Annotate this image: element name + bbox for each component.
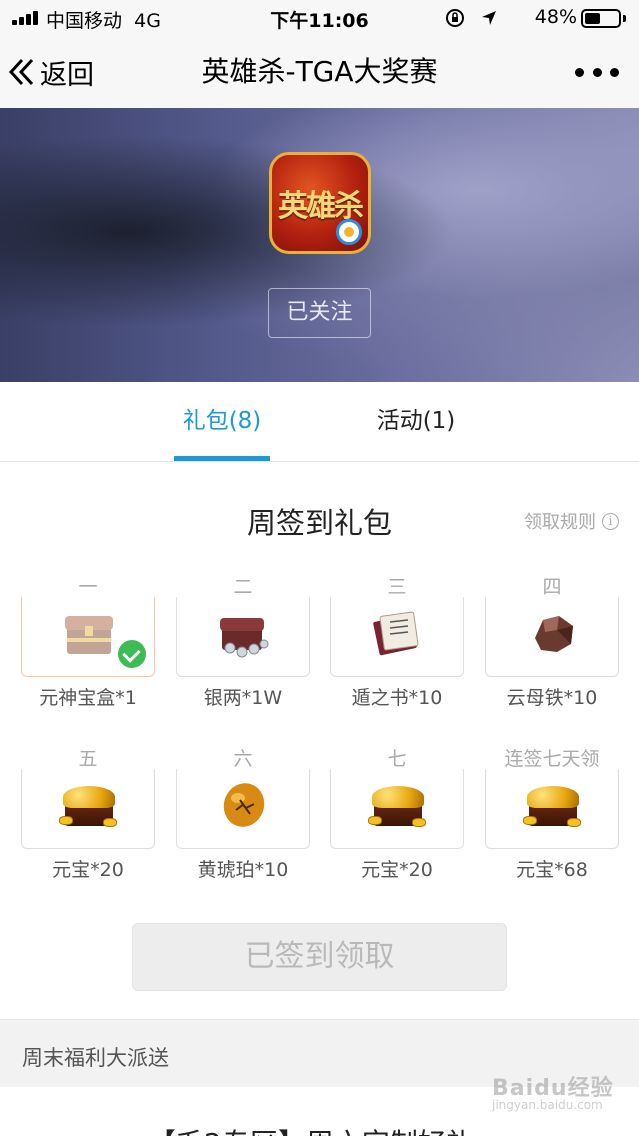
claim-button[interactable]: 已签到领取 [132,923,507,991]
gift-day-label: 六 [176,749,310,769]
rules-label: 领取规则 [524,512,596,533]
treasure-box-icon [65,616,113,654]
scroll-book-icon [373,611,419,656]
gift-day-label: 七 [330,749,464,769]
gift-item-box [330,587,464,677]
tab-gifts[interactable]: 礼包(8) [174,382,270,462]
gift-item-box [21,587,155,677]
gift-day-label: 一 [21,577,155,597]
gift-name: 云母铁*10 [506,687,598,709]
gift-item-box [176,759,310,849]
gift-item-box [176,587,310,677]
back-button[interactable]: 返回 [8,50,94,94]
gold-chest-icon [523,780,583,830]
gift-day-label: 五 [21,749,155,769]
status-icons [445,8,499,33]
qq-game-badge-icon [336,219,362,245]
back-label: 返回 [40,59,94,91]
weekend-title: 周末福利大派送 [22,1046,169,1070]
more-menu-button[interactable] [575,58,619,86]
tab-events[interactable]: 活动(1) [368,382,464,462]
navigation-bar: 返回 英雄杀-TGA大奖赛 [0,36,639,108]
rotation-lock-icon [446,9,465,27]
gift-item-box [485,587,619,677]
game-logo: 英雄杀 [269,152,371,254]
silver-chest-icon [220,618,269,658]
gift-name: 元宝*20 [361,859,433,881]
next-section-title: 【毛2专区】周六定制好礼 [148,1122,474,1136]
baidu-watermark: Baidu经验 jingyan.baidu.com [478,1064,618,1120]
follow-button[interactable]: 已关注 [268,288,371,338]
more-dots-icon [575,67,584,77]
gift-day-label: 四 [485,577,619,597]
gift-item-box [21,759,155,849]
watermark-sub: jingyan.baidu.com [492,1098,603,1112]
page-title: 英雄杀-TGA大奖赛 [201,55,438,88]
battery-icon [581,9,621,28]
logo-text: 英雄杀 [278,189,364,224]
status-bar: 中国移动 4G 下午11:06 48% [0,0,639,36]
gold-chest-icon [59,780,119,830]
gift-day-label: 连签七天领 [475,749,629,769]
rules-link[interactable]: 领取规则 i [524,508,619,534]
gift-day-label: 三 [330,577,464,597]
location-arrow-icon [482,11,496,25]
gift-day-label: 二 [176,577,310,597]
info-icon: i [602,512,619,530]
ore-icon [535,616,573,652]
gift-name: 元神宝盒*1 [39,687,137,709]
battery-tip [623,15,626,22]
gift-name: 银两*1W [203,687,283,709]
gift-item-box [330,759,464,849]
gold-chest-icon [368,780,428,830]
double-chevron-left-icon [8,58,34,86]
battery-percent: 48% [534,6,577,28]
gift-item-box [485,759,619,849]
gift-name: 元宝*68 [516,859,588,881]
claimed-check-icon [118,640,146,668]
gift-name: 黄琥珀*10 [197,859,289,881]
tab-bar: 礼包(8) 活动(1) [0,382,639,462]
gift-name: 元宝*20 [52,859,124,881]
hero-banner: 英雄杀 已关注 [0,108,639,382]
active-tab-indicator [174,456,270,461]
gift-name: 遁之书*10 [351,687,443,709]
amber-icon [223,783,265,827]
